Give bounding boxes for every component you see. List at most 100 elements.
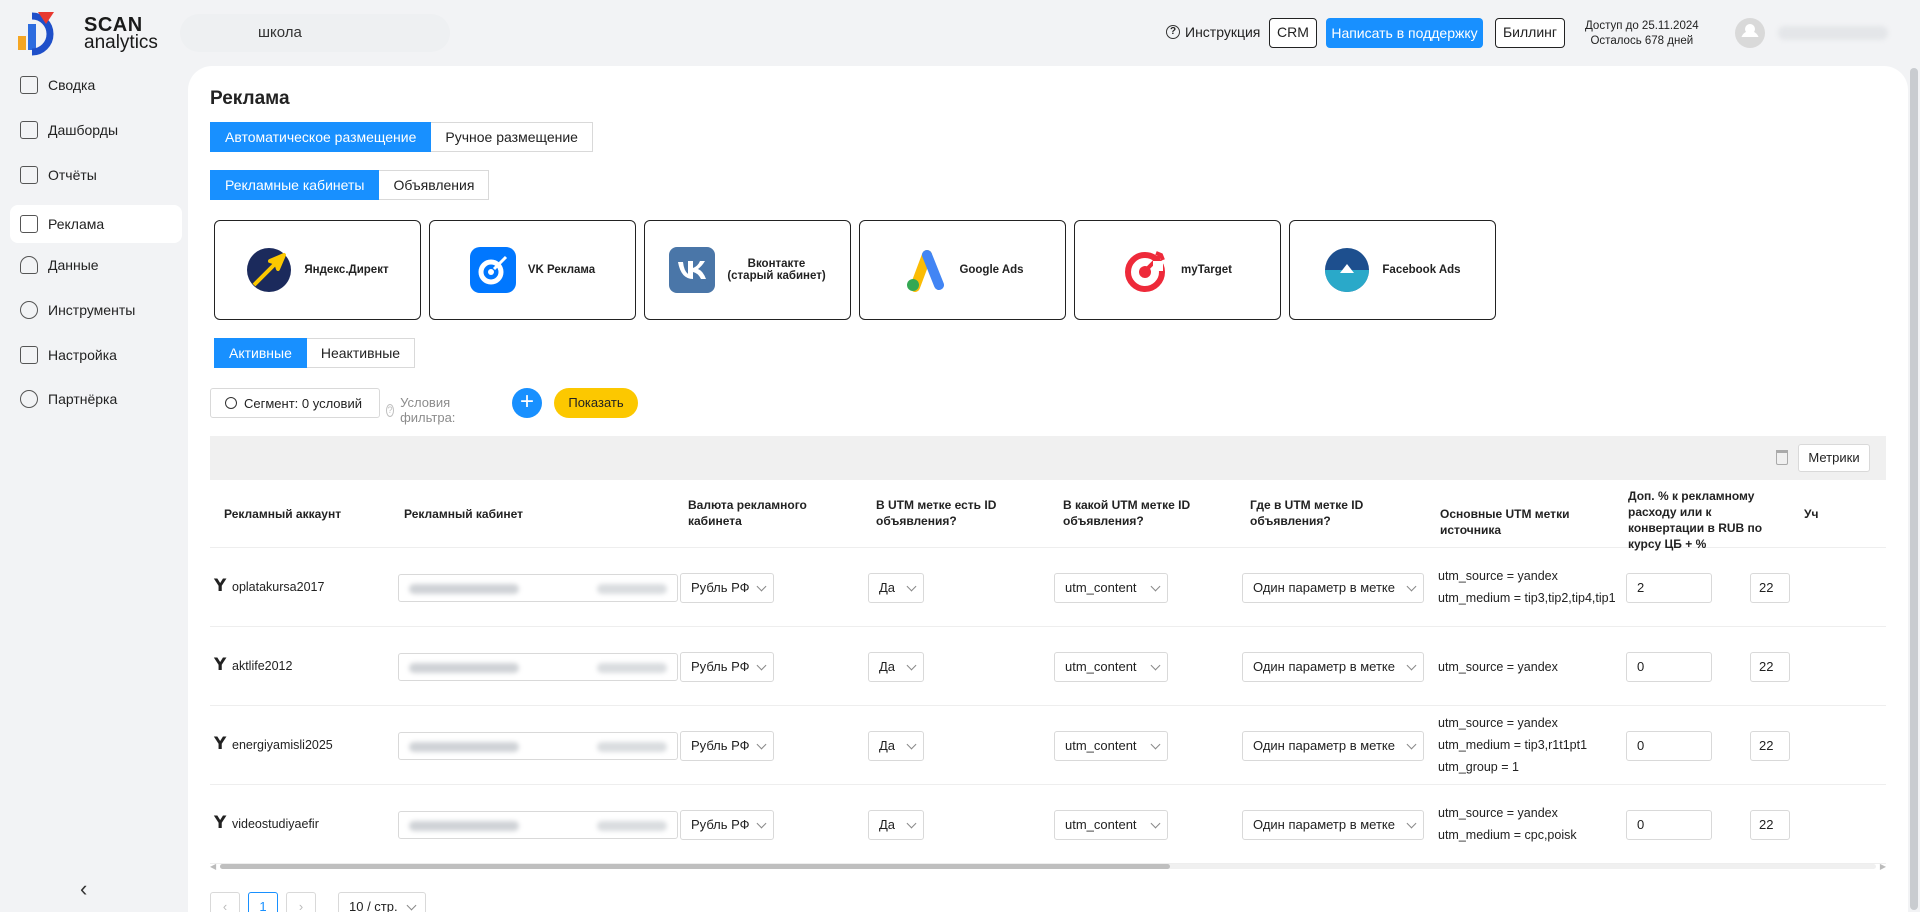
platform-card-facebook-ads[interactable]: Facebook Ads [1289, 220, 1496, 320]
select-value: Да [879, 580, 896, 595]
truncated-input[interactable]: 22 [1750, 652, 1790, 682]
currency-select[interactable]: Рубль РФ [680, 810, 774, 840]
segment-button[interactable]: Сегмент: 0 условий [210, 388, 380, 418]
vk-ads-icon [469, 247, 516, 293]
page-size-select[interactable]: 10 / стр. [338, 892, 426, 912]
sidebar-item-tools[interactable]: Инструменты [10, 291, 182, 329]
tab-ad-accounts[interactable]: Рекламные кабинеты [210, 170, 380, 200]
chevron-down-icon [406, 900, 417, 911]
sidebar-item-data[interactable]: Данные [10, 246, 182, 284]
currency-select[interactable]: Рубль РФ [680, 573, 774, 603]
sidebar-item-reports[interactable]: Отчёты [10, 156, 182, 194]
column-header[interactable]: Основные UTM метки источника [1440, 506, 1620, 538]
sidebar-item-label: Партнёрка [48, 391, 118, 407]
column-header[interactable]: В UTM метке есть ID объявления? [876, 497, 1016, 529]
column-header[interactable]: Рекламный кабинет [404, 506, 604, 522]
utm-key-select[interactable]: utm_content [1054, 731, 1168, 761]
ad-cabinet-select[interactable] [398, 732, 678, 760]
utm-tag: utm_group = 1 [1438, 760, 1519, 774]
avatar[interactable] [1735, 18, 1765, 48]
id-location-select[interactable]: Один параметр в метке [1242, 731, 1424, 761]
vertical-scrollbar[interactable] [1908, 66, 1920, 912]
percent-input[interactable]: 0 [1626, 652, 1712, 682]
platform-card-google-ads[interactable]: Google Ads [859, 220, 1066, 320]
collapse-sidebar-icon[interactable]: ‹ [80, 876, 87, 902]
utm-key-select[interactable]: utm_content [1054, 652, 1168, 682]
truncated-input[interactable]: 22 [1750, 573, 1790, 603]
utm-key-select[interactable]: utm_content [1054, 573, 1168, 603]
ad-cabinet-select[interactable] [398, 811, 678, 839]
sidebar-item-dashboards[interactable]: Дашборды [10, 111, 182, 149]
chevron-down-icon [756, 660, 767, 671]
sidebar-item-label: Реклама [48, 216, 105, 232]
select-value: 10 / стр. [349, 899, 398, 912]
show-button[interactable]: Показать [554, 388, 638, 418]
page-1-button[interactable]: 1 [248, 892, 278, 912]
sidebar-item-summary[interactable]: Сводка [10, 66, 182, 104]
platform-card-mytarget[interactable]: myTarget [1074, 220, 1281, 320]
question-icon: ? [1166, 25, 1180, 39]
utm-tag: utm_medium = tip3,r1t1pt1 [1438, 738, 1588, 752]
column-header[interactable]: Где в UTM метке ID объявления? [1250, 497, 1390, 529]
platform-card-yandex-direct[interactable]: Яндекс.Директ [214, 220, 421, 320]
percent-input[interactable]: 0 [1626, 810, 1712, 840]
truncated-input[interactable]: 22 [1750, 731, 1790, 761]
user-name-blurred[interactable] [1778, 26, 1888, 40]
utm-key-select[interactable]: utm_content [1054, 810, 1168, 840]
tab-inactive[interactable]: Неактивные [306, 338, 416, 368]
column-header[interactable]: Валюта рекламного кабинета [688, 497, 828, 529]
horizontal-scrollbar[interactable]: ◀ ▶ [210, 860, 1886, 872]
has-id-select[interactable]: Да [868, 810, 924, 840]
utm-tag: utm_source = yandex [1438, 660, 1558, 674]
tab-manual-placement[interactable]: Ручное размещение [431, 122, 593, 152]
sidebar-item-ads[interactable]: Реклама [10, 205, 182, 243]
id-location-select[interactable]: Один параметр в метке [1242, 573, 1424, 603]
platform-label: myTarget [1181, 264, 1232, 276]
column-header[interactable]: Уч [1804, 506, 1844, 522]
percent-input[interactable]: 2 [1626, 573, 1712, 603]
has-id-select[interactable]: Да [868, 731, 924, 761]
column-header[interactable]: В какой UTM метке ID объявления? [1063, 497, 1213, 529]
ad-cabinet-select[interactable] [398, 574, 678, 602]
select-value: utm_content [1065, 738, 1137, 753]
add-condition-button[interactable]: + [512, 388, 542, 418]
account-name: videostudiyaefir [232, 817, 319, 831]
pagination: ‹ 1 › 10 / стр. [210, 892, 426, 912]
project-selector[interactable]: школа [180, 14, 450, 52]
metrics-button[interactable]: Метрики [1798, 444, 1870, 472]
tab-ads[interactable]: Объявления [379, 170, 490, 200]
scroll-left-icon[interactable]: ◀ [210, 862, 216, 871]
currency-select[interactable]: Рубль РФ [680, 731, 774, 761]
has-id-select[interactable]: Да [868, 573, 924, 603]
prev-page-button[interactable]: ‹ [210, 892, 240, 912]
crm-button[interactable]: CRM [1269, 18, 1317, 48]
has-id-select[interactable]: Да [868, 652, 924, 682]
platform-card-vk-ads[interactable]: VK Реклама [429, 220, 636, 320]
brand-logo[interactable]: SCAN analytics [18, 10, 158, 56]
status-tabs: Активные Неактивные [214, 338, 416, 368]
trash-icon[interactable] [1776, 450, 1788, 465]
id-location-select[interactable]: Один параметр в метке [1242, 810, 1424, 840]
column-header[interactable]: Рекламный аккаунт [224, 506, 364, 522]
scroll-thumb[interactable] [1910, 68, 1918, 910]
tab-auto-placement[interactable]: Автоматическое размещение [210, 122, 432, 152]
currency-select[interactable]: Рубль РФ [680, 652, 774, 682]
help-link[interactable]: ? Инструкция [1166, 24, 1260, 40]
column-header[interactable]: Доп. % к рекламному расходу или к конвер… [1628, 488, 1778, 552]
billing-button[interactable]: Биллинг [1495, 18, 1565, 48]
platform-label: Вконтакте (старый кабинет) [727, 258, 826, 282]
tools-icon [20, 301, 38, 319]
platform-card-vkontakte[interactable]: Вконтакте (старый кабинет) [644, 220, 851, 320]
sidebar-item-settings[interactable]: Настройка [10, 336, 182, 374]
scroll-right-icon[interactable]: ▶ [1880, 862, 1886, 871]
tab-active[interactable]: Активные [214, 338, 307, 368]
support-button[interactable]: Написать в поддержку [1326, 18, 1483, 48]
ad-cabinet-select[interactable] [398, 653, 678, 681]
select-value: Рубль РФ [691, 659, 750, 674]
next-page-button[interactable]: › [286, 892, 316, 912]
id-location-select[interactable]: Один параметр в метке [1242, 652, 1424, 682]
sidebar-item-partners[interactable]: Партнёрка [10, 380, 182, 418]
scroll-thumb[interactable] [220, 864, 1170, 869]
truncated-input[interactable]: 22 [1750, 810, 1790, 840]
percent-input[interactable]: 0 [1626, 731, 1712, 761]
